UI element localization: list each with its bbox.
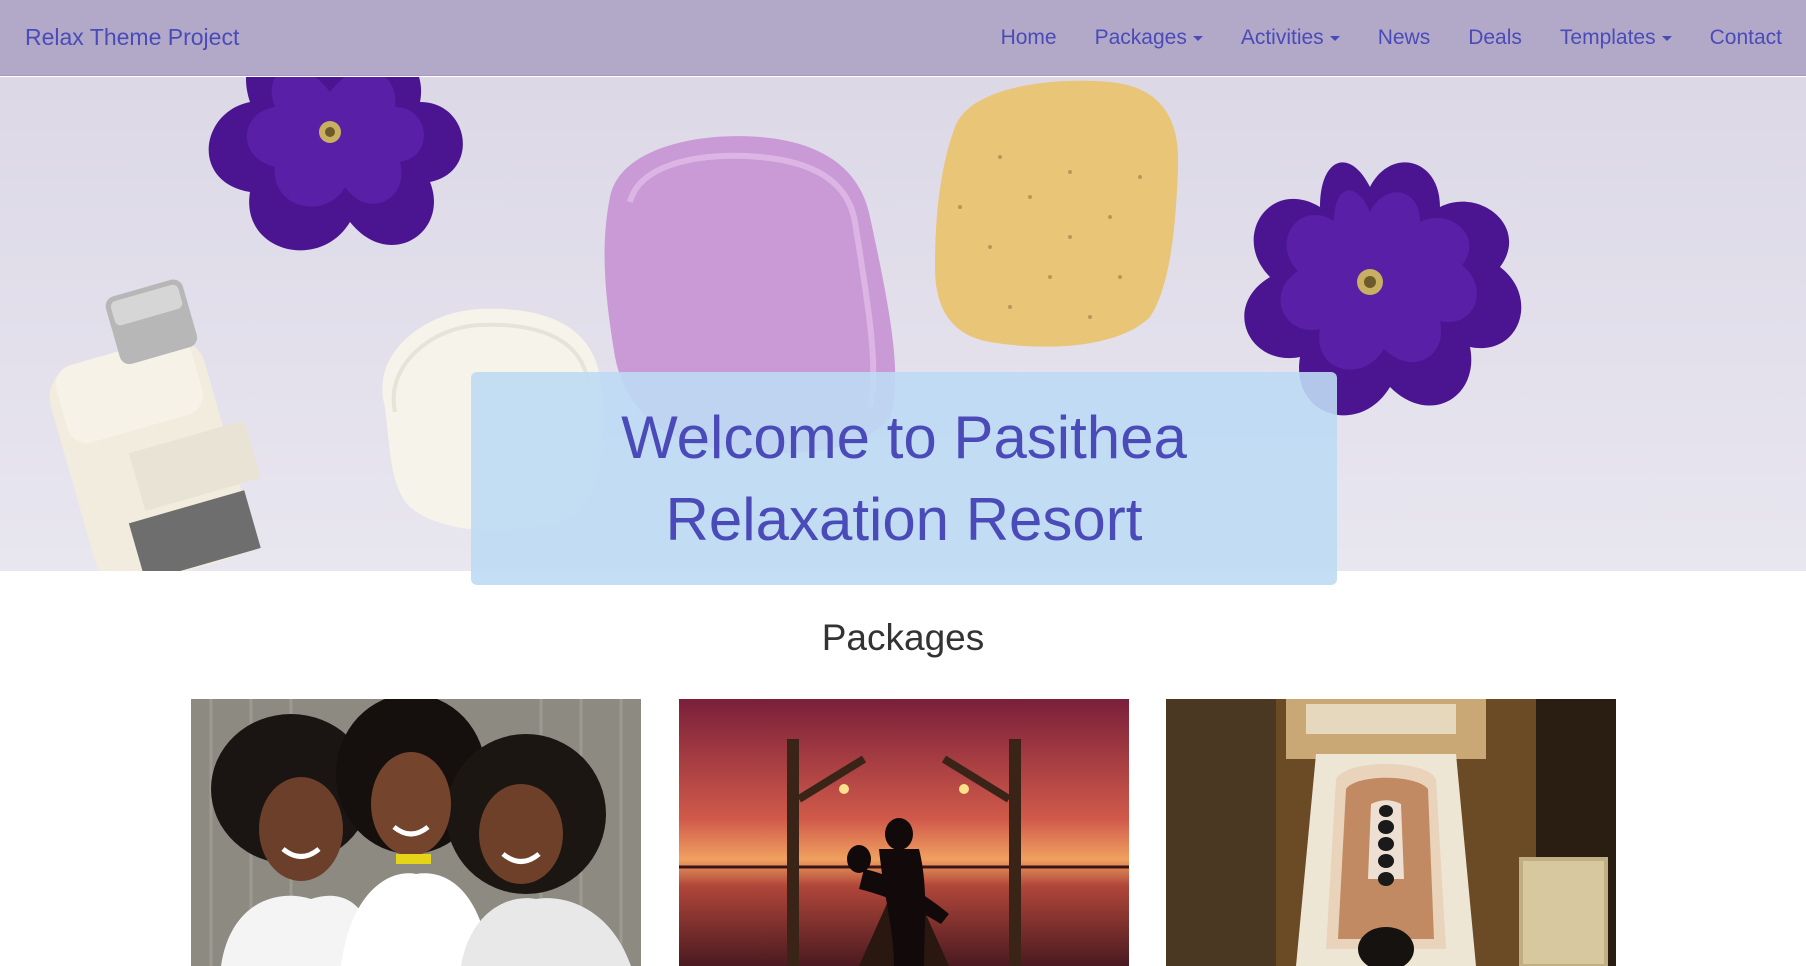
nav-home-label: Home (1000, 25, 1057, 49)
navbar: Relax Theme Project Home Packages Activi… (0, 0, 1806, 76)
package-card-romance[interactable] (679, 699, 1129, 966)
caret-down-icon (1192, 36, 1203, 41)
nav-packages-dropdown[interactable]: Packages (1095, 26, 1203, 50)
welcome-heading-line2: Relaxation Resort (665, 485, 1143, 553)
hot-stone-massage-photo (1166, 699, 1616, 966)
nav-activities-dropdown[interactable]: Activities (1241, 26, 1340, 50)
package-card-massage[interactable] (1166, 699, 1616, 966)
welcome-heading-line1: Welcome to Pasithea (621, 403, 1187, 471)
nav-packages-label: Packages (1094, 25, 1187, 49)
package-card-friends[interactable] (191, 699, 641, 966)
nav-news[interactable]: News (1378, 26, 1431, 50)
nav-menu: Home Packages Activities News Deals Temp… (963, 26, 1782, 50)
nav-home[interactable]: Home (1001, 26, 1057, 50)
nav-news-label: News (1377, 25, 1431, 49)
three-women-photo (191, 699, 641, 966)
sunset-couple-pier-photo (679, 699, 1129, 966)
caret-down-icon (1329, 36, 1340, 41)
welcome-banner: Welcome to Pasithea Relaxation Resort (471, 372, 1337, 585)
nav-deals[interactable]: Deals (1468, 26, 1522, 50)
nav-activities-label: Activities (1240, 25, 1324, 49)
caret-down-icon (1661, 36, 1672, 41)
nav-contact[interactable]: Contact (1710, 26, 1782, 50)
nav-contact-label: Contact (1709, 25, 1782, 49)
yellow-soap (935, 80, 1179, 347)
packages-heading: Packages (821, 617, 985, 658)
nav-templates-dropdown[interactable]: Templates (1560, 26, 1672, 50)
purple-flower-left (208, 77, 463, 251)
nav-templates-label: Templates (1559, 25, 1656, 49)
brand-link[interactable]: Relax Theme Project (25, 24, 239, 51)
lotion-bottle (49, 279, 261, 571)
nav-deals-label: Deals (1468, 25, 1522, 49)
